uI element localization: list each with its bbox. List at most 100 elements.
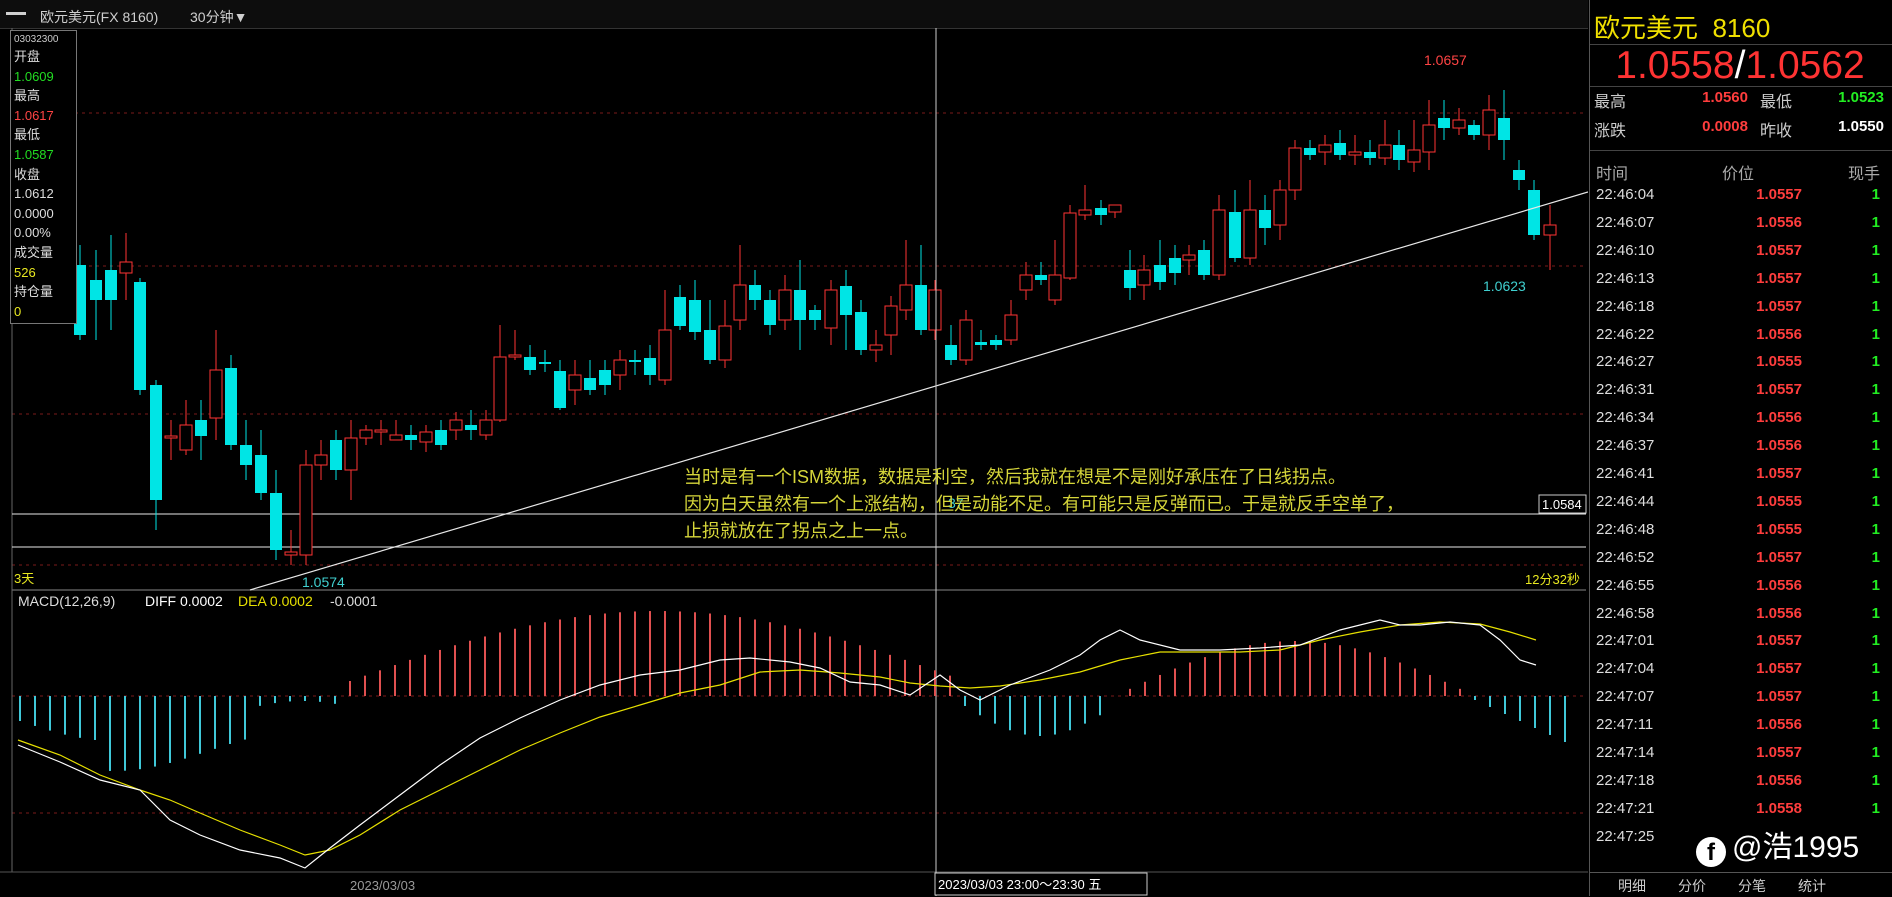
candle-body	[1422, 124, 1436, 153]
tick-volume: 1	[1871, 576, 1880, 594]
tick-price: 1.0556	[1756, 409, 1802, 427]
candle-body	[899, 284, 913, 311]
candle-body	[105, 270, 117, 300]
candle-body	[629, 360, 641, 362]
annotation-text[interactable]: 当时是有一个ISM数据，数据是利空，然后我就在想是不是刚好承压在了日线拐点。 因…	[684, 464, 1504, 545]
tick-price: 1.0557	[1756, 186, 1802, 203]
close-value: 1.0612	[14, 186, 54, 202]
candle-body	[299, 464, 313, 556]
candle-body	[119, 261, 133, 274]
tick-price: 1.0557	[1756, 269, 1802, 287]
tick-row: 22:46:27 1.0555 1	[1590, 353, 1890, 381]
candle-body	[959, 319, 973, 361]
kline-chart[interactable]: 1.0657 1.0574 1.0623 37 1.0584 3天 12分32秒…	[0, 28, 1588, 896]
bid-price: 1.0558	[1615, 44, 1735, 87]
tick-time: 22:47:18	[1596, 771, 1655, 789]
tick-time: 22:46:58	[1596, 604, 1655, 622]
tick-price: 1.0557	[1756, 660, 1802, 678]
high-value: 1.0560	[1702, 89, 1748, 106]
tick-price: 1.0556	[1756, 771, 1802, 789]
tick-price: 1.0556	[1756, 325, 1802, 343]
candle-body	[330, 440, 342, 470]
col-price: 价位	[1722, 166, 1755, 183]
tick-volume: 1	[1871, 186, 1880, 203]
tick-time: 22:46:04	[1596, 186, 1655, 203]
close-label: 收盘	[14, 166, 41, 182]
tick-volume: 1	[1871, 716, 1880, 734]
tick-time: 22:47:04	[1596, 660, 1655, 678]
candle-body	[209, 369, 223, 419]
candle-body	[1212, 209, 1226, 276]
candle-body	[1304, 148, 1316, 155]
candle-body	[374, 429, 388, 433]
tick-time: 22:46:07	[1596, 213, 1655, 231]
candle-body	[1154, 265, 1166, 282]
brand-logo-icon: f	[1696, 837, 1726, 867]
candle-body	[1108, 204, 1122, 213]
tick-volume: 1	[1871, 213, 1880, 231]
change-value: 0.0008	[1702, 118, 1748, 135]
tab-detail[interactable]: 明细	[1618, 876, 1646, 896]
candle-body	[794, 290, 806, 320]
tick-row: 22:46:18 1.0557 1	[1590, 298, 1890, 326]
tick-row: 22:46:31 1.0557 1	[1590, 381, 1890, 409]
candle-body	[405, 435, 417, 440]
candle-body	[270, 493, 282, 550]
change-label: 涨跌	[1594, 123, 1627, 140]
days-label: 3天	[14, 571, 34, 586]
annotation-line: 止损就放在了拐点之上一点。	[684, 521, 918, 541]
candle-body	[915, 285, 927, 330]
volume-value: 526	[14, 264, 36, 280]
candle-body	[1482, 109, 1496, 136]
candle-body	[539, 362, 551, 364]
change-value: 0.0000	[14, 205, 54, 221]
candle-body	[1393, 145, 1405, 160]
candle-body	[1288, 147, 1302, 191]
last-low-label: 1.0623	[1483, 278, 1526, 294]
high-label: 最高	[1594, 94, 1627, 111]
candle-body	[225, 368, 237, 445]
tick-volume: 1	[1871, 437, 1880, 455]
price-line-label: 1.0584	[1542, 497, 1582, 512]
tick-volume: 1	[1871, 632, 1880, 650]
col-time: 时间	[1596, 166, 1629, 183]
tick-row: 22:47:18 1.0556 1	[1590, 772, 1890, 800]
candle-body	[1318, 144, 1332, 153]
oi-value: 0	[14, 303, 22, 319]
tab-price[interactable]: 分价	[1678, 876, 1706, 896]
tab-ticks[interactable]: 分笔	[1738, 876, 1766, 896]
annotation-line: 当时是有一个ISM数据，数据是利空，然后我就在想是不是刚好承压在了日线拐点。	[684, 467, 1346, 487]
period-selector[interactable]: 30分钟▼	[190, 7, 247, 27]
candle-body	[733, 284, 747, 321]
watermark-text: @浩1995	[1732, 831, 1860, 864]
tick-price: 1.0558	[1756, 799, 1802, 817]
candle-body	[778, 289, 792, 321]
tick-time: 22:46:55	[1596, 576, 1655, 594]
candle-body	[840, 286, 852, 315]
candle-body	[314, 454, 328, 466]
tick-volume: 1	[1871, 520, 1880, 538]
tick-row: 22:47:01 1.0557 1	[1590, 632, 1890, 660]
candle-body	[1063, 212, 1077, 279]
tick-volume: 1	[1871, 465, 1880, 482]
candle-body	[1182, 254, 1196, 261]
candle-body	[689, 300, 701, 332]
tab-stats[interactable]: 统计	[1798, 876, 1826, 896]
tick-volume: 1	[1871, 660, 1880, 678]
macd-histogram	[19, 611, 1566, 771]
tick-volume: 1	[1871, 381, 1880, 399]
volume-label: 成交量	[14, 244, 54, 260]
candle-body	[1498, 118, 1510, 140]
tick-row: 22:46:48 1.0555 1	[1590, 521, 1890, 549]
tick-time: 22:46:31	[1596, 381, 1655, 399]
candle-body	[1019, 274, 1033, 291]
candle-body	[764, 300, 776, 325]
ohlc-info-box: 03032300 开盘 1.0609 最高 1.0617 最低 1.0587 收…	[10, 30, 77, 325]
menu-icon[interactable]: ▬▬	[6, 7, 26, 18]
symbol-title: 欧元美元(FX 8160)	[40, 9, 159, 25]
candle-body	[449, 419, 463, 431]
tick-time: 22:46:22	[1596, 325, 1655, 343]
tick-time: 22:46:52	[1596, 548, 1655, 566]
prev-close-label: 昨收	[1760, 123, 1793, 140]
macd-diff: DIFF 0.0002	[145, 593, 223, 609]
